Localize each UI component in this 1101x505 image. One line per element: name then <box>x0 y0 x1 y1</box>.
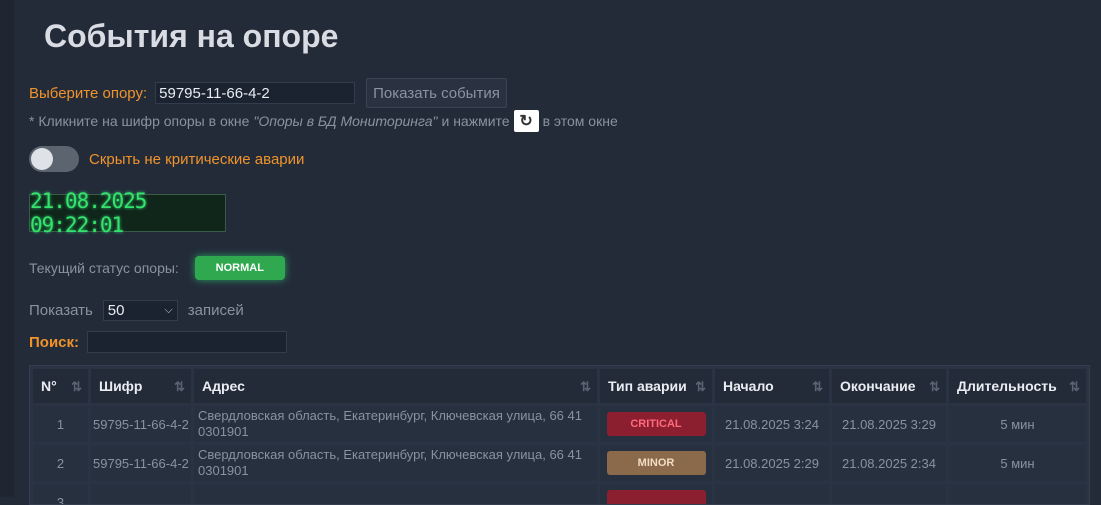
events-table: N° ⇅ Шифр ⇅ Адрес ⇅ Тип аварии ⇅ Начало ⇅ Око… <box>29 365 1090 505</box>
sort-icon: ⇅ <box>929 379 940 394</box>
row-code <box>91 484 191 504</box>
chevron-down-icon: ⌵ <box>164 304 173 316</box>
row-number: 1 <box>33 406 88 442</box>
column-number[interactable]: N° ⇅ <box>33 369 88 403</box>
hint-middle: и нажмите <box>441 113 510 129</box>
status-badge: NORMAL <box>194 256 285 280</box>
column-end-label: Окончание <box>840 378 916 394</box>
column-end[interactable]: Окончание ⇅ <box>832 369 946 403</box>
search-label: Поиск: <box>29 333 80 351</box>
column-number-label: N° <box>41 378 57 394</box>
row-alarm-type-cell: CRITICAL <box>600 406 712 442</box>
column-duration[interactable]: Длительность ⇅ <box>949 369 1086 403</box>
row-address: Свердловская область, Екатеринбург, Ключ… <box>194 406 597 442</box>
column-code[interactable]: Шифр ⇅ <box>91 369 191 403</box>
row-start: 21.08.2025 2:29 <box>715 445 829 481</box>
column-address-label: Адрес <box>202 378 245 394</box>
column-alarm-type-label: Тип аварии <box>608 378 687 394</box>
table-row[interactable]: 3 <box>33 484 1086 504</box>
alarm-type-badge: MINOR <box>606 451 706 475</box>
column-code-label: Шифр <box>99 378 143 394</box>
page-title: События на опоре <box>44 18 339 54</box>
show-events-button[interactable]: Показать события <box>366 78 507 108</box>
row-start <box>715 484 829 504</box>
sort-icon: ⇅ <box>695 379 706 394</box>
page-length-value: 50 <box>107 302 125 319</box>
pole-selector-label: Выберите опору: <box>29 84 148 102</box>
table-row[interactable]: 1 59795-11-66-4-2 Свердловская область, … <box>33 406 1086 442</box>
page-length-before: Показать <box>29 302 93 319</box>
table-header-row: N° ⇅ Шифр ⇅ Адрес ⇅ Тип аварии ⇅ Начало ⇅ Око… <box>33 369 1086 403</box>
pole-code-input[interactable] <box>155 82 356 104</box>
row-address <box>194 484 597 504</box>
hint-text: * Кликните на шифр опоры в окне "Опоры в… <box>29 110 618 132</box>
hint-before: * Кликните на шифр опоры в окне <box>29 113 250 129</box>
sort-icon: ⇅ <box>580 379 591 394</box>
row-number: 2 <box>33 445 88 481</box>
sort-icon: ⇅ <box>174 379 185 394</box>
alarm-type-badge <box>606 490 706 504</box>
row-alarm-type-cell: MINOR <box>600 445 712 481</box>
current-status-label: Текущий статус опоры: <box>29 260 179 276</box>
pole-selector: Выберите опору: Показать события <box>29 78 507 108</box>
hide-noncritical-label: Скрыть не критические аварии <box>89 150 305 168</box>
page-length-control: Показать 50 ⌵ записей <box>29 300 244 321</box>
column-address[interactable]: Адрес ⇅ <box>194 369 597 403</box>
row-code: 59795-11-66-4-2 <box>91 406 191 442</box>
row-code: 59795-11-66-4-2 <box>91 445 191 481</box>
search-control: Поиск: <box>29 331 288 353</box>
row-end: 21.08.2025 2:34 <box>832 445 946 481</box>
hint-window-name: "Опоры в БД Мониторинга" <box>253 113 438 129</box>
alarm-type-badge: CRITICAL <box>606 412 706 436</box>
search-input[interactable] <box>87 331 288 353</box>
page-length-after: записей <box>187 302 244 319</box>
critical-filter: Скрыть не критические аварии <box>29 146 304 172</box>
hide-noncritical-toggle[interactable] <box>29 146 79 172</box>
column-start-label: Начало <box>723 378 774 394</box>
sort-icon: ⇅ <box>71 379 82 394</box>
digital-clock: 21.08.2025 09:22:01 <box>29 189 226 237</box>
current-status: Текущий статус опоры: NORMAL <box>29 256 285 280</box>
sort-icon: ⇅ <box>812 379 823 394</box>
column-alarm-type[interactable]: Тип аварии ⇅ <box>600 369 712 403</box>
row-duration: 5 мин <box>949 406 1086 442</box>
row-alarm-type-cell <box>600 484 712 504</box>
toggle-knob <box>31 148 53 170</box>
row-end <box>832 484 946 504</box>
row-duration: 5 мин <box>949 445 1086 481</box>
row-number: 3 <box>33 484 88 504</box>
page-length-select[interactable]: 50 ⌵ <box>102 300 178 321</box>
sort-icon: ⇅ <box>1069 379 1080 394</box>
row-end: 21.08.2025 3:29 <box>832 406 946 442</box>
refresh-icon: ↻ <box>513 110 539 132</box>
row-address: Свердловская область, Екатеринбург, Ключ… <box>194 445 597 481</box>
row-duration <box>949 484 1086 504</box>
hint-after: в этом окне <box>542 113 618 129</box>
column-duration-label: Длительность <box>957 378 1057 394</box>
table-row[interactable]: 2 59795-11-66-4-2 Свердловская область, … <box>33 445 1086 481</box>
row-start: 21.08.2025 3:24 <box>715 406 829 442</box>
column-start[interactable]: Начало ⇅ <box>715 369 829 403</box>
sidebar-edge <box>0 0 14 497</box>
